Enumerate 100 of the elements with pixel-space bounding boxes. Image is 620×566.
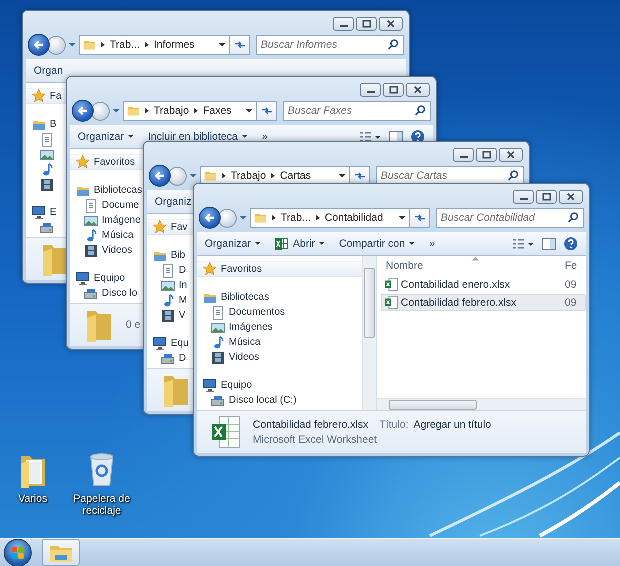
preview-pane-button[interactable]: [389, 130, 403, 142]
nav-item[interactable]: Bibliotecas: [70, 184, 142, 198]
close-button[interactable]: [559, 190, 583, 204]
refresh-button[interactable]: [410, 208, 430, 228]
nav-item[interactable]: Disco local (C:): [197, 394, 297, 408]
nav-item[interactable]: Videos: [197, 350, 260, 364]
nav-item[interactable]: Fa: [26, 89, 62, 103]
caret-icon[interactable]: [219, 42, 226, 48]
breadcrumb-segment[interactable]: Trab...: [110, 39, 140, 51]
back-button[interactable]: [149, 165, 171, 187]
drive-icon: [40, 220, 54, 234]
minimize-button[interactable]: [360, 83, 381, 97]
nav-item[interactable]: Videos: [70, 244, 132, 258]
search-field[interactable]: Buscar Faxes: [283, 101, 431, 121]
column-header[interactable]: Nombre: [377, 260, 565, 272]
minimize-button[interactable]: [333, 17, 354, 31]
nav-item[interactable]: Fav: [147, 220, 188, 234]
address-bar[interactable]: Trabajo Faxes: [123, 101, 257, 121]
menu-button[interactable]: Organiz: [155, 196, 192, 208]
refresh-button[interactable]: [257, 101, 277, 121]
search-field[interactable]: Buscar Contabilidad: [436, 208, 584, 228]
nav-item[interactable]: Imágene: [70, 214, 141, 228]
nav-item[interactable]: D: [147, 264, 186, 278]
menu-button[interactable]: Incluir en biblioteca: [148, 130, 248, 142]
breadcrumb-segment[interactable]: Informes: [154, 39, 195, 51]
preview-pane-button[interactable]: [542, 238, 556, 250]
nav-item[interactable]: Equipo: [197, 378, 252, 392]
nav-item[interactable]: V: [147, 308, 186, 322]
back-button[interactable]: [28, 34, 50, 56]
nav-item[interactable]: Disco lo: [70, 286, 138, 300]
breadcrumb-segment[interactable]: Trabajo: [231, 170, 266, 182]
folder-icon: [83, 39, 96, 51]
view-options-button[interactable]: [359, 130, 381, 142]
breadcrumb-segment[interactable]: Cartas: [280, 170, 312, 182]
nav-item[interactable]: Bib: [147, 248, 186, 262]
forward-button[interactable]: [168, 166, 187, 186]
nav-item[interactable]: M: [147, 294, 188, 308]
breadcrumb-segment[interactable]: Trabajo: [154, 105, 190, 117]
picture-icon: [40, 148, 54, 162]
desktop-icon-label[interactable]: Varios: [18, 493, 48, 505]
forward-button[interactable]: [47, 36, 66, 54]
close-button[interactable]: [406, 83, 430, 97]
nav-item[interactable]: E: [26, 206, 57, 220]
refresh-arrows-icon: [260, 106, 272, 116]
refresh-arrows-icon: [234, 40, 246, 50]
caret-icon: [242, 134, 248, 139]
maximize-button[interactable]: [383, 83, 404, 97]
back-button[interactable]: [72, 100, 94, 122]
caret-icon: [409, 241, 416, 246]
close-button[interactable]: [499, 148, 523, 162]
nav-item[interactable]: Bibliotecas: [197, 290, 270, 304]
maximize-button[interactable]: [476, 148, 497, 162]
address-bar[interactable]: Trab... Contabilidad: [250, 208, 410, 228]
minimize-button[interactable]: [453, 148, 474, 162]
star-icon: [203, 262, 217, 276]
breadcrumb-segment[interactable]: Faxes: [203, 105, 232, 117]
caret-icon[interactable]: [246, 108, 253, 114]
file-row[interactable]: Contabilidad febrero.xlsx 09: [381, 294, 586, 311]
help-button[interactable]: [564, 236, 578, 250]
taskbar-button[interactable]: [42, 539, 80, 566]
menu-button[interactable]: Compartir con: [339, 238, 416, 250]
nav-item[interactable]: Documentos: [197, 306, 286, 320]
nav-item[interactable]: Docume: [70, 198, 140, 212]
close-button[interactable]: [379, 17, 403, 31]
address-bar[interactable]: Trab... Informes: [79, 35, 230, 55]
forward-button[interactable]: [91, 102, 110, 120]
nav-item[interactable]: Equ: [147, 336, 189, 350]
nav-item[interactable]: Imágenes: [197, 320, 273, 334]
nav-item[interactable]: Música: [197, 336, 261, 350]
forward-button[interactable]: [218, 208, 237, 228]
vertical-scrollbar[interactable]: [362, 256, 376, 410]
back-button[interactable]: [199, 207, 221, 229]
list-view-icon: [512, 238, 534, 250]
menu-button[interactable]: Organ: [34, 64, 64, 76]
desktop-icon-label[interactable]: Papelera de reciclaje: [71, 493, 133, 517]
nav-item[interactable]: Música: [70, 228, 134, 242]
nav-item[interactable]: D: [147, 352, 186, 366]
file-row[interactable]: Contabilidad enero.xlsx 09: [381, 276, 586, 293]
column-header[interactable]: Fe: [565, 260, 578, 272]
view-options-button[interactable]: [512, 238, 534, 250]
refresh-button[interactable]: [230, 35, 250, 55]
nav-item[interactable]: In: [147, 278, 188, 292]
search-field[interactable]: Buscar Informes: [256, 35, 404, 55]
drive-icon: [84, 286, 98, 300]
menu-button[interactable]: Organizar: [205, 238, 262, 250]
maximize-button[interactable]: [356, 17, 377, 31]
nav-item[interactable]: Equipo: [70, 272, 126, 286]
nav-item[interactable]: B: [26, 118, 57, 132]
horizontal-scrollbar[interactable]: [377, 398, 586, 410]
breadcrumb-segment[interactable]: Contabilidad: [324, 212, 384, 224]
more-button[interactable]: »: [429, 238, 436, 250]
menu-button[interactable]: Organizar: [78, 130, 134, 142]
minimize-button[interactable]: [513, 190, 534, 204]
maximize-button[interactable]: [536, 190, 557, 204]
property-value[interactable]: Agregar un título: [414, 418, 492, 430]
open-button[interactable]: Abrir: [275, 238, 326, 250]
start-button[interactable]: [4, 538, 32, 566]
more-button[interactable]: »: [262, 130, 268, 142]
caret-icon[interactable]: [339, 173, 346, 179]
breadcrumb-segment[interactable]: Trab...: [281, 212, 311, 224]
